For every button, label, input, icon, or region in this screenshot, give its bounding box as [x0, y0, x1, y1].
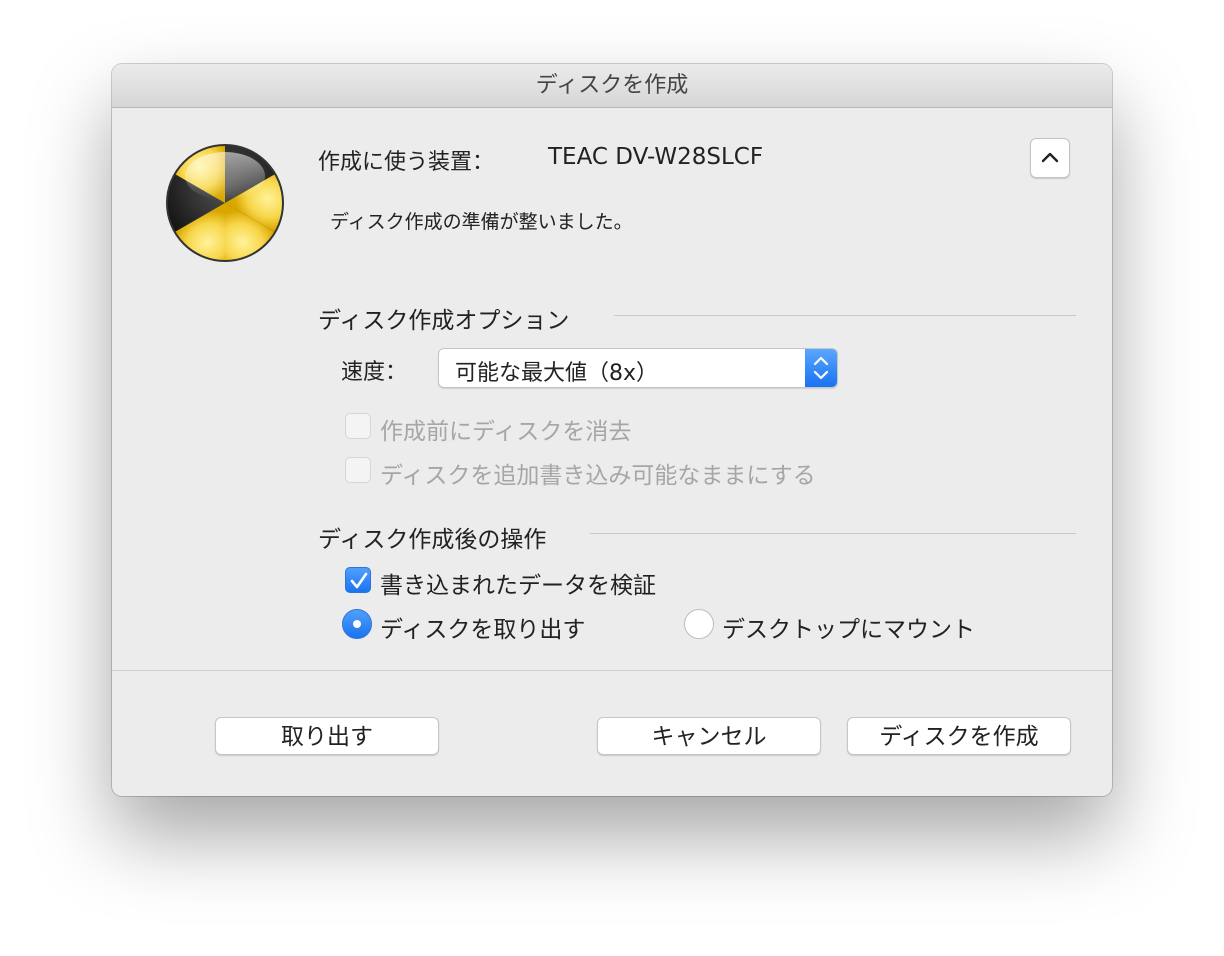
- speed-value: 可能な最大値（8x）: [455, 361, 659, 386]
- burn-options-heading: ディスク作成オプション: [318, 308, 570, 334]
- device-name: TEAC DV-W28SLCF: [548, 144, 764, 170]
- verify-label: 書き込まれたデータを検証: [380, 573, 656, 599]
- burn-disc-dialog: ディスクを作成 作成に使う装置： TEAC DV-W28SLCF ディスク作成の…: [112, 64, 1112, 796]
- burn-radiation-icon: [166, 144, 284, 262]
- checkmark-icon: [350, 572, 368, 589]
- window-title: ディスクを作成: [112, 64, 1112, 108]
- up-down-arrows-icon: [805, 349, 837, 387]
- eject-radio[interactable]: [342, 609, 372, 639]
- after-burn-heading: ディスク作成後の操作: [318, 527, 547, 553]
- status-message: ディスク作成の準備が整いました。: [330, 211, 633, 233]
- erase-label: 作成前にディスクを消去: [380, 419, 632, 445]
- erase-checkbox[interactable]: [345, 413, 371, 439]
- collapse-button[interactable]: [1030, 138, 1070, 178]
- eject-button[interactable]: 取り出す: [215, 717, 439, 755]
- burn-button[interactable]: ディスクを作成: [847, 717, 1071, 755]
- device-label: 作成に使う装置：: [318, 150, 495, 175]
- mount-radio-label: デスクトップにマウント: [722, 617, 975, 643]
- appendable-checkbox[interactable]: [345, 457, 371, 483]
- speed-label: 速度：: [341, 360, 408, 385]
- appendable-label: ディスクを追加書き込み可能なままにする: [380, 463, 816, 489]
- verify-checkbox[interactable]: [345, 567, 371, 593]
- cancel-button[interactable]: キャンセル: [597, 717, 821, 755]
- mount-radio[interactable]: [684, 609, 714, 639]
- section-divider: [590, 533, 1076, 534]
- speed-popup[interactable]: 可能な最大値（8x）: [438, 348, 838, 388]
- eject-radio-label: ディスクを取り出す: [380, 617, 586, 643]
- footer-divider: [112, 670, 1112, 671]
- section-divider: [614, 315, 1076, 316]
- chevron-up-icon: [1041, 152, 1059, 163]
